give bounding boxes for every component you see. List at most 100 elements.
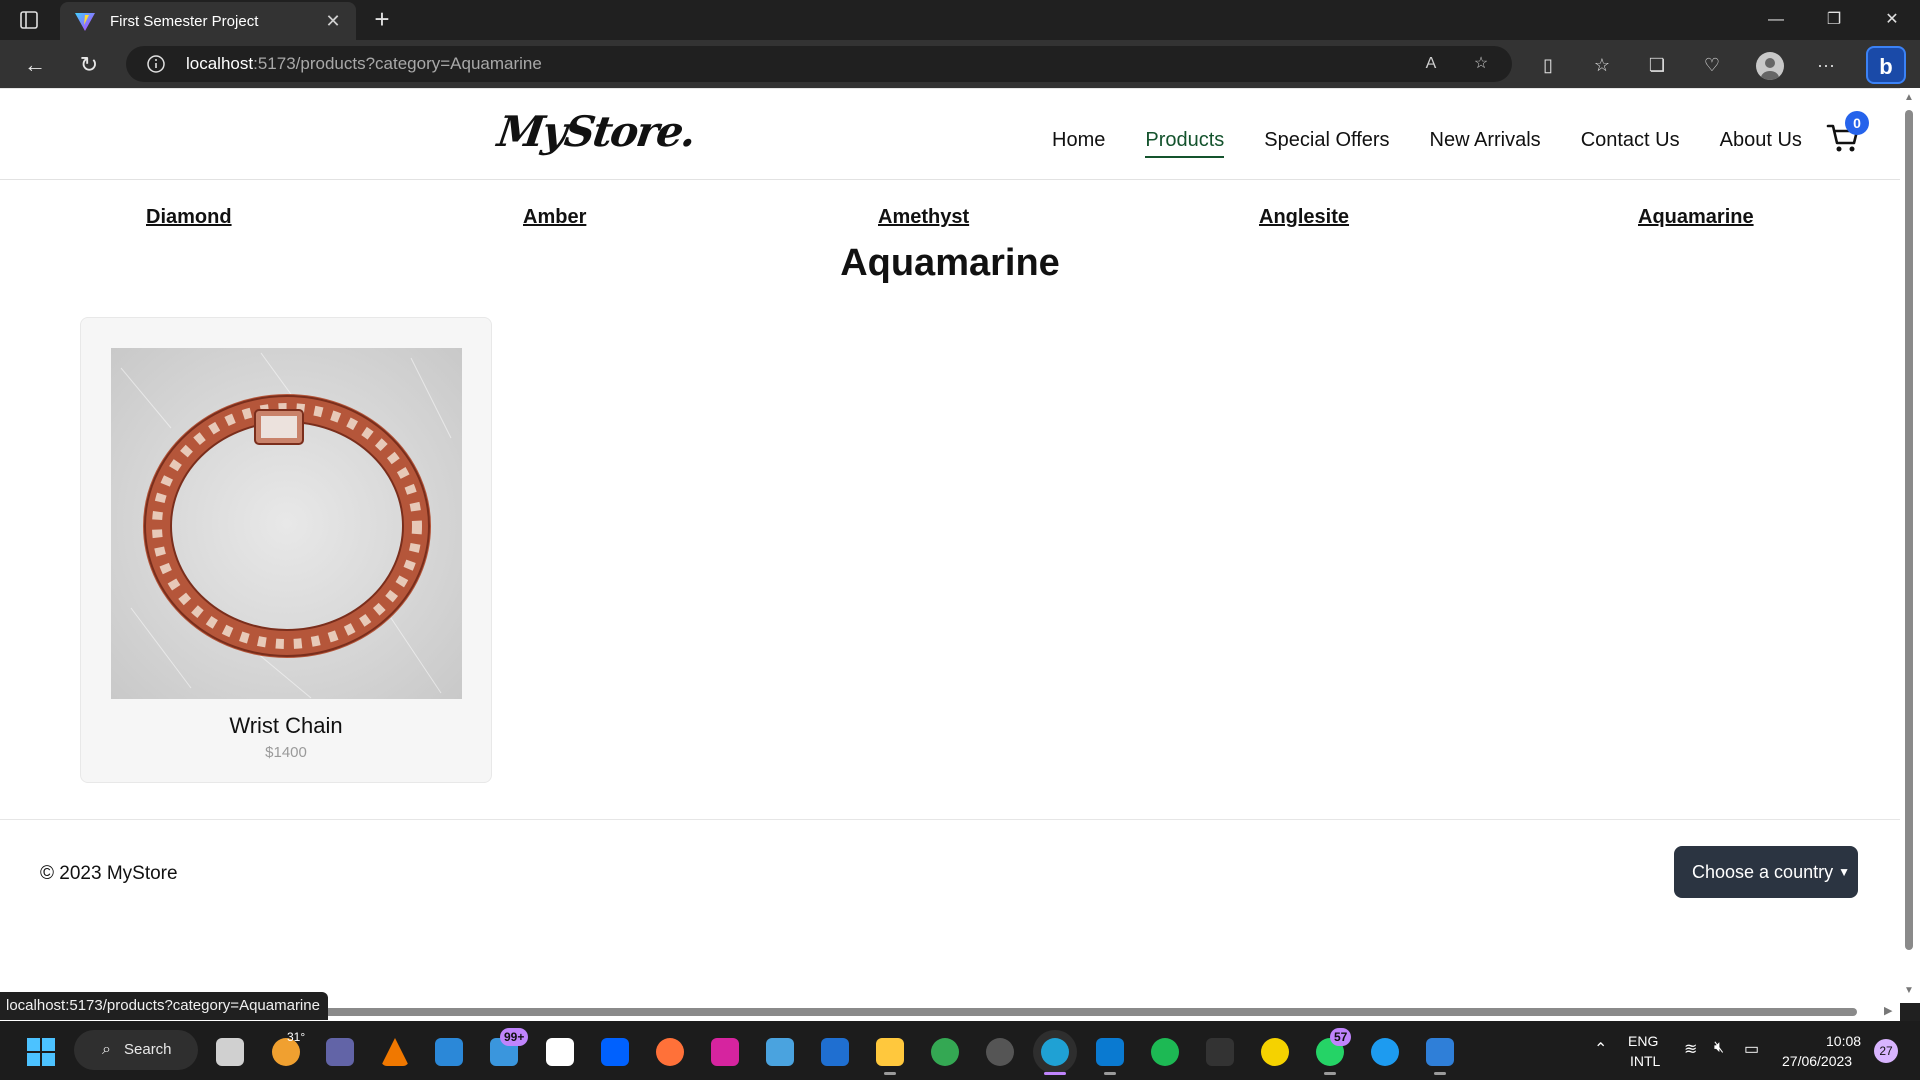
browser-tab[interactable]: First Semester Project ✕ [60, 2, 356, 40]
bing-copilot-icon[interactable]: b [1866, 46, 1906, 84]
category-amber[interactable]: Amber [523, 206, 586, 229]
twitter-icon[interactable] [1371, 1038, 1399, 1066]
browser-essentials-icon[interactable]: ♡ [1700, 53, 1724, 77]
chevron-up-icon[interactable]: ⌃ [1594, 1039, 1607, 1059]
favorite-star-icon[interactable]: ☆ [1470, 53, 1492, 75]
spotify-icon[interactable] [1151, 1038, 1179, 1066]
copyright-text: © 2023 MyStore [40, 863, 178, 884]
tab-actions-icon[interactable] [18, 9, 40, 31]
nav-home[interactable]: Home [1052, 129, 1105, 158]
amazon-icon[interactable] [546, 1038, 574, 1066]
vite-favicon-icon [75, 13, 95, 31]
country-select[interactable]: Choose a country ▼ [1674, 846, 1858, 898]
browser-tab-bar: First Semester Project ✕ + — ❐ ✕ [0, 0, 1920, 40]
chrome-icon[interactable] [931, 1038, 959, 1066]
address-bar[interactable]: localhost:5173/products?category=Aquamar… [126, 46, 1512, 82]
cart-count-badge: 0 [1845, 111, 1869, 135]
collections-icon[interactable]: ❏ [1645, 53, 1669, 77]
photos-icon[interactable] [1426, 1038, 1454, 1066]
category-amethyst[interactable]: Amethyst [878, 206, 969, 229]
media-player-icon[interactable] [986, 1038, 1014, 1066]
instagram-icon[interactable] [711, 1038, 739, 1066]
file-explorer-icon[interactable] [876, 1038, 904, 1066]
wifi-icon[interactable]: ≋ [1684, 1039, 1697, 1059]
restore-icon[interactable]: ❐ [1806, 0, 1862, 40]
vscode-icon[interactable] [1096, 1038, 1124, 1066]
vlc-icon[interactable] [381, 1038, 409, 1066]
country-select-label: Choose a country [1692, 862, 1834, 882]
audiomack-icon[interactable] [1206, 1038, 1234, 1066]
teams-icon[interactable] [326, 1038, 354, 1066]
main-nav: Home Products Special Offers New Arrival… [1052, 129, 1842, 158]
product-name[interactable]: Wrist Chain [81, 713, 491, 739]
video-editor-icon[interactable] [821, 1038, 849, 1066]
favorites-icon[interactable]: ☆ [1590, 53, 1614, 77]
nav-contact-us[interactable]: Contact Us [1581, 129, 1680, 158]
profile-avatar[interactable] [1756, 52, 1784, 80]
site-footer: © 2023 MyStore Choose a country ▼ [0, 819, 1900, 939]
search-icon: ⌕ [102, 1041, 111, 1058]
product-image[interactable] [111, 348, 462, 699]
weather-temp: 31° [287, 1030, 306, 1044]
horizontal-scroll-thumb[interactable] [320, 1008, 1857, 1016]
windows-start-icon[interactable] [26, 1037, 56, 1067]
close-window-icon[interactable]: ✕ [1864, 0, 1920, 40]
clock-date[interactable]: 27/06/2023 [1782, 1053, 1852, 1069]
microsoft-store-icon[interactable] [435, 1038, 463, 1066]
edge-icon[interactable] [1041, 1038, 1069, 1066]
nav-special-offers[interactable]: Special Offers [1264, 129, 1389, 158]
running-indicator [884, 1072, 896, 1075]
mail-badge: 99+ [500, 1028, 529, 1046]
speaker-muted-icon[interactable]: 🔇︎ [1714, 1039, 1724, 1057]
product-price: $1400 [265, 744, 307, 761]
store-logo[interactable]: MyStore. [495, 107, 698, 156]
language-bottom[interactable]: INTL [1630, 1053, 1660, 1069]
category-aquamarine[interactable]: Aquamarine [1638, 206, 1754, 229]
notepad-icon[interactable] [766, 1038, 794, 1066]
chevron-down-icon: ▼ [1838, 865, 1850, 879]
minimize-icon[interactable]: — [1748, 0, 1804, 40]
product-card[interactable]: Wrist Chain $1400 [80, 317, 492, 783]
split-screen-icon[interactable]: ▯ [1536, 53, 1560, 77]
new-tab-button[interactable]: + [366, 4, 398, 36]
dropbox-icon[interactable] [601, 1038, 629, 1066]
whatsapp-badge: 57 [1330, 1028, 1352, 1046]
nav-about-us[interactable]: About Us [1720, 129, 1802, 158]
tab-close-icon[interactable]: ✕ [320, 8, 346, 34]
link-status-tooltip: localhost:5173/products?category=Aquamar… [0, 992, 328, 1020]
battery-icon[interactable]: ▭ [1744, 1039, 1759, 1059]
bracelet-image-icon [111, 348, 462, 699]
site-header: MyStore. Home Products Special Offers Ne… [0, 88, 1900, 180]
scroll-down-arrow-icon[interactable]: ▼ [1904, 985, 1914, 996]
firefox-icon[interactable] [656, 1038, 684, 1066]
nav-products[interactable]: Products [1145, 129, 1225, 158]
site-info-icon[interactable] [146, 54, 166, 74]
active-app-indicator [1044, 1072, 1066, 1075]
clock-time[interactable]: 10:08 [1826, 1033, 1861, 1049]
windows-taskbar: ⌕ Search 31° 99+ 57 ⌃ ENG INTL ≋ 🔇︎ ▭ 10… [0, 1021, 1920, 1080]
scroll-right-arrow-icon[interactable]: ▶ [1884, 1004, 1892, 1017]
category-list: Diamond Amber Amethyst Anglesite Aquamar… [0, 206, 1900, 236]
nav-new-arrivals[interactable]: New Arrivals [1430, 129, 1541, 158]
audible-icon[interactable] [1261, 1038, 1289, 1066]
url-text: localhost:5173/products?category=Aquamar… [186, 54, 542, 73]
category-diamond[interactable]: Diamond [146, 206, 232, 229]
vertical-scrollbar[interactable]: ▲ ▼ [1900, 88, 1920, 1003]
page-title: Aquamarine [840, 242, 1060, 284]
browser-toolbar: ← ↻ localhost:5173/products?category=Aqu… [0, 40, 1920, 88]
scroll-up-arrow-icon[interactable]: ▲ [1904, 92, 1914, 103]
read-aloud-icon[interactable]: A [1420, 53, 1442, 75]
tab-title: First Semester Project [110, 12, 259, 30]
vertical-scroll-thumb[interactable] [1905, 110, 1913, 950]
page-viewport: MyStore. Home Products Special Offers Ne… [0, 88, 1900, 1003]
language-top[interactable]: ENG [1628, 1033, 1658, 1049]
category-anglesite[interactable]: Anglesite [1259, 206, 1349, 229]
more-options-icon[interactable]: ··· [1814, 53, 1838, 77]
notification-badge[interactable]: 27 [1874, 1039, 1898, 1063]
back-arrow-icon[interactable]: ← [18, 48, 52, 82]
taskbar-search[interactable]: ⌕ Search [74, 1030, 198, 1070]
running-indicator [1104, 1072, 1116, 1075]
task-view-icon[interactable] [216, 1038, 244, 1066]
refresh-icon[interactable]: ↻ [72, 48, 106, 82]
running-indicator [1324, 1072, 1336, 1075]
